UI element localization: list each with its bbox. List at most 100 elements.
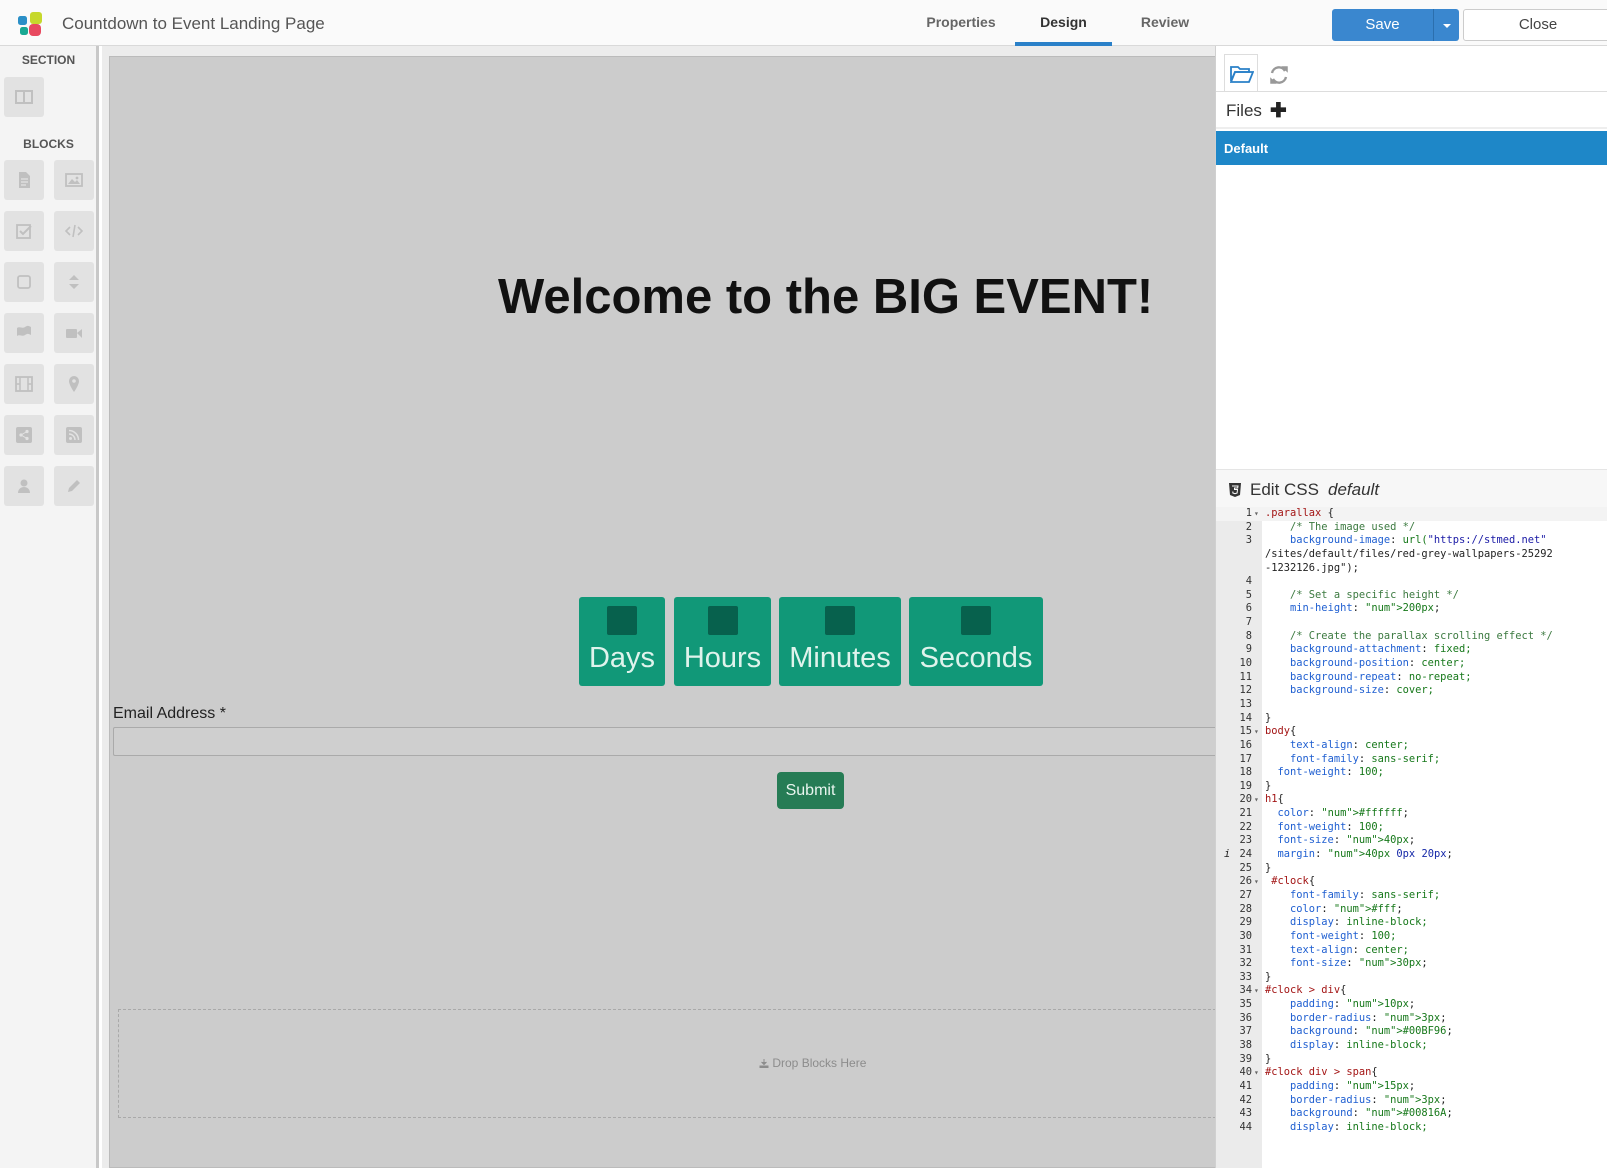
- save-options-dropdown[interactable]: [1433, 9, 1459, 41]
- fold-arrow-icon[interactable]: ▾: [1254, 1066, 1259, 1080]
- code-line[interactable]: 35 padding: "num">10px;: [1216, 998, 1607, 1012]
- line-number: 30: [1239, 929, 1252, 942]
- fold-arrow-icon[interactable]: ▾: [1254, 793, 1259, 807]
- code-block-icon[interactable]: [54, 211, 94, 251]
- save-button[interactable]: Save: [1332, 9, 1433, 41]
- tab-design[interactable]: Design: [1015, 0, 1112, 46]
- file-item-default[interactable]: Default: [1216, 131, 1607, 165]
- image-block-icon[interactable]: [54, 160, 94, 200]
- code-line[interactable]: /sites/default/files/red-grey-wallpapers…: [1216, 548, 1607, 562]
- code-line[interactable]: 15 ▾ body{: [1216, 725, 1607, 739]
- code-line[interactable]: 29 display: inline-block;: [1216, 916, 1607, 930]
- share-block-icon[interactable]: [4, 415, 44, 455]
- code-line[interactable]: 34 ▾ #clock > div{: [1216, 984, 1607, 998]
- code-line[interactable]: 11 background-repeat: no-repeat;: [1216, 671, 1607, 685]
- spacer-block-icon[interactable]: [54, 262, 94, 302]
- video-block-icon[interactable]: [54, 313, 94, 353]
- code-line[interactable]: 23 font-size: "num">40px;: [1216, 834, 1607, 848]
- code-line[interactable]: 42 border-radius: "num">3px;: [1216, 1094, 1607, 1108]
- code-line[interactable]: 32 font-size: "num">30px;: [1216, 957, 1607, 971]
- code-line[interactable]: 24 i margin: "num">40px 0px 20px;: [1216, 848, 1607, 862]
- line-text: border-radius: "num">3px;: [1290, 1011, 1447, 1024]
- line-text: display: inline-block;: [1290, 1038, 1428, 1051]
- button-block-icon[interactable]: [4, 262, 44, 302]
- map-marker-block-icon[interactable]: [54, 364, 94, 404]
- close-button[interactable]: Close: [1463, 9, 1607, 41]
- code-line[interactable]: 7: [1216, 616, 1607, 630]
- code-line[interactable]: 30 font-weight: 100;: [1216, 930, 1607, 944]
- code-line[interactable]: 31 text-align: center;: [1216, 944, 1607, 958]
- code-line[interactable]: 40 ▾ #clock div > span{: [1216, 1066, 1607, 1080]
- download-icon: [759, 1059, 769, 1068]
- code-line[interactable]: 38 display: inline-block;: [1216, 1039, 1607, 1053]
- code-line[interactable]: 2 /* The image used */: [1216, 521, 1607, 535]
- line-number: 18: [1239, 766, 1252, 779]
- code-line[interactable]: 22 font-weight: 100;: [1216, 821, 1607, 835]
- code-line[interactable]: 28 color: "num">#fff;: [1216, 903, 1607, 917]
- code-line[interactable]: 44 display: inline-block;: [1216, 1121, 1607, 1135]
- code-line[interactable]: 6 min-height: "num">200px;: [1216, 602, 1607, 616]
- code-line[interactable]: 21 color: "num">#ffffff;: [1216, 807, 1607, 821]
- fold-arrow-icon[interactable]: ▾: [1254, 875, 1259, 889]
- refresh-tab[interactable]: [1262, 54, 1296, 92]
- submit-button[interactable]: Submit: [777, 772, 844, 809]
- code-line[interactable]: 19}: [1216, 780, 1607, 794]
- clock-hours[interactable]: Hours: [674, 597, 771, 686]
- code-line[interactable]: 1 ▾ .parallax {: [1216, 507, 1607, 521]
- checkbox-block-icon[interactable]: [4, 211, 44, 251]
- code-line[interactable]: 16 text-align: center;: [1216, 739, 1607, 753]
- code-line[interactable]: -1232126.jpg");: [1216, 562, 1607, 576]
- code-line[interactable]: 9 background-attachment: fixed;: [1216, 643, 1607, 657]
- landing-page-preview[interactable]: Welcome to the BIG EVENT! Days Hours Min…: [109, 56, 1216, 1168]
- flag-block-icon[interactable]: [4, 313, 44, 353]
- code-line[interactable]: 18 font-weight: 100;: [1216, 766, 1607, 780]
- event-headline[interactable]: Welcome to the BIG EVENT!: [498, 269, 1153, 325]
- code-line[interactable]: 10 background-position: center;: [1216, 657, 1607, 671]
- files-tab[interactable]: [1224, 54, 1258, 92]
- email-field[interactable]: [113, 727, 1216, 756]
- line-text: background: "num">#00816A;: [1290, 1107, 1453, 1120]
- code-line[interactable]: 39}: [1216, 1053, 1607, 1067]
- line-text: color: "num">#ffffff;: [1277, 807, 1409, 820]
- pencil-block-icon[interactable]: [54, 466, 94, 506]
- css-editor-header: Edit CSS default: [1216, 469, 1607, 507]
- code-line[interactable]: 27 font-family: sans-serif;: [1216, 889, 1607, 903]
- code-line[interactable]: 17 font-family: sans-serif;: [1216, 753, 1607, 767]
- rss-block-icon[interactable]: [54, 415, 94, 455]
- clock-seconds[interactable]: Seconds: [909, 597, 1043, 686]
- clock-minutes[interactable]: Minutes: [779, 597, 901, 686]
- tab-review[interactable]: Review: [1122, 0, 1208, 46]
- line-number: 40: [1239, 1066, 1252, 1079]
- code-line[interactable]: 36 border-radius: "num">3px;: [1216, 1012, 1607, 1026]
- code-line[interactable]: 25}: [1216, 862, 1607, 876]
- code-line[interactable]: 3 background-image: url("https://stmed.n…: [1216, 534, 1607, 548]
- code-line[interactable]: 5 /* Set a specific height */: [1216, 589, 1607, 603]
- line-number: 37: [1239, 1025, 1252, 1038]
- code-line[interactable]: 26 ▾ #clock{: [1216, 875, 1607, 889]
- clock-seconds-number: [961, 606, 991, 635]
- line-number: 33: [1239, 970, 1252, 983]
- code-line[interactable]: 14}: [1216, 712, 1607, 726]
- code-line[interactable]: 37 background: "num">#00BF96;: [1216, 1025, 1607, 1039]
- fold-arrow-icon[interactable]: ▾: [1254, 725, 1259, 739]
- fold-arrow-icon[interactable]: ▾: [1254, 507, 1259, 521]
- code-line[interactable]: 4: [1216, 575, 1607, 589]
- code-line[interactable]: 41 padding: "num">15px;: [1216, 1080, 1607, 1094]
- drop-blocks-zone[interactable]: Drop Blocks Here: [118, 1009, 1216, 1118]
- code-line[interactable]: 33}: [1216, 971, 1607, 985]
- add-file-icon[interactable]: ✚: [1270, 98, 1287, 123]
- film-block-icon[interactable]: [4, 364, 44, 404]
- code-line[interactable]: 8 /* Create the parallax scrolling effec…: [1216, 630, 1607, 644]
- css-code-editor[interactable]: 1 ▾ .parallax {2 /* The image used */3 bac…: [1216, 507, 1607, 1168]
- user-block-icon[interactable]: [4, 466, 44, 506]
- blocks-sidebar: SECTION BLOCKS: [0, 46, 99, 1168]
- code-line[interactable]: 20 ▾ h1{: [1216, 793, 1607, 807]
- columns-icon[interactable]: [4, 77, 44, 117]
- text-block-icon[interactable]: [4, 160, 44, 200]
- code-line[interactable]: 13: [1216, 698, 1607, 712]
- fold-arrow-icon[interactable]: ▾: [1254, 984, 1259, 998]
- code-line[interactable]: 12 background-size: cover;: [1216, 684, 1607, 698]
- tab-properties[interactable]: Properties: [918, 0, 1004, 46]
- clock-days[interactable]: Days: [579, 597, 665, 686]
- code-line[interactable]: 43 background: "num">#00816A;: [1216, 1107, 1607, 1121]
